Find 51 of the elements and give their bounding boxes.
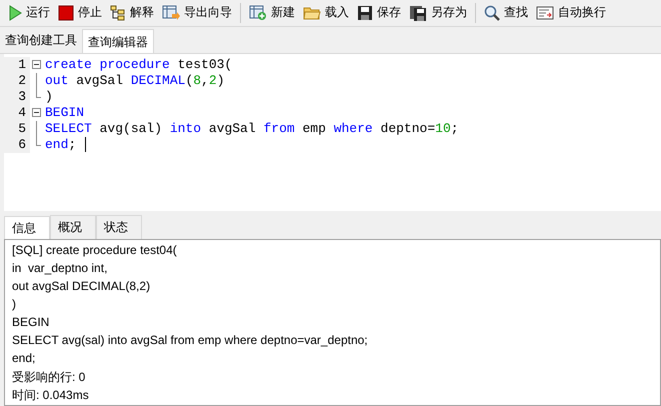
message-line: 时间: 0.043ms	[12, 388, 89, 402]
stop-icon	[58, 4, 74, 21]
message-line: )	[12, 297, 16, 311]
code-line: )	[44, 88, 53, 105]
line-number: 2	[4, 72, 30, 89]
code-line: BEGIN	[44, 104, 84, 121]
message-line: [SQL] create procedure test04(	[12, 243, 177, 257]
tree-icon	[110, 4, 126, 21]
line-number: 1	[4, 56, 30, 73]
message-line: end;	[12, 351, 36, 365]
code-line: end;	[44, 136, 76, 153]
code-line: out avgSal DECIMAL(8,2)	[44, 72, 224, 89]
result-tab[interactable]: 状态	[96, 215, 142, 239]
floppy-icon	[409, 4, 427, 21]
toolbar-button[interactable]: 保存	[353, 2, 405, 24]
toolbar-button[interactable]: 解释	[106, 2, 158, 24]
line-number: 5	[4, 120, 30, 137]
result-tab[interactable]: 信息	[4, 216, 50, 239]
line-number: 6	[4, 136, 30, 153]
toolbar-button[interactable]: 停止	[54, 2, 106, 24]
toolbar-button[interactable]: 查找	[480, 2, 532, 24]
message-line: in var_deptno int,	[12, 261, 108, 275]
message-line: out avgSal DECIMAL(8,2)	[12, 279, 150, 293]
wrap-text-icon	[536, 4, 554, 21]
message-line: BEGIN	[12, 315, 50, 329]
toolbar-button[interactable]: 自动换行	[532, 2, 610, 24]
code-line: SELECT avg(sal) into avgSal from emp where deptno=10;	[44, 120, 459, 137]
table-add-icon	[249, 4, 267, 21]
collapse-icon[interactable]	[32, 60, 41, 70]
toolbar-button[interactable]: 运行	[4, 2, 54, 24]
fold-end-line	[36, 136, 41, 146]
message-line: 受影响的行: 0	[12, 370, 86, 384]
fold-end-line	[36, 88, 41, 98]
message-line: SELECT avg(sal) into avgSal from emp where deptno=var_deptno;	[12, 333, 368, 347]
editor-tab[interactable]: 查询编辑器	[82, 28, 154, 53]
line-number: 4	[4, 104, 30, 121]
table-export-icon	[162, 4, 180, 21]
collapse-icon[interactable]	[32, 108, 41, 118]
line-number: 3	[4, 88, 30, 105]
code-editor[interactable]: 1 create procedure test03( 2 out avgSal DECIMAL(8,2) 3 ) 4 BEGIN 5 SELECT avg(sal) into avgSal from emp where deptno=10; 6 end;	[0, 54, 661, 211]
search-icon	[484, 4, 500, 21]
editor-tab[interactable]: 查询创建工具	[0, 28, 82, 53]
toolbar-button[interactable]: 另存为	[405, 2, 471, 24]
toolbar-button[interactable]: 载入	[299, 2, 353, 24]
result-tab[interactable]: 概况	[50, 215, 96, 239]
folder-icon	[303, 4, 321, 21]
code-line: create procedure test03(	[44, 56, 232, 73]
floppy-icon	[357, 4, 373, 21]
toolbar-button[interactable]: 导出向导	[158, 2, 236, 24]
toolbar-button[interactable]: 新建	[245, 2, 299, 24]
play-icon	[8, 4, 22, 21]
